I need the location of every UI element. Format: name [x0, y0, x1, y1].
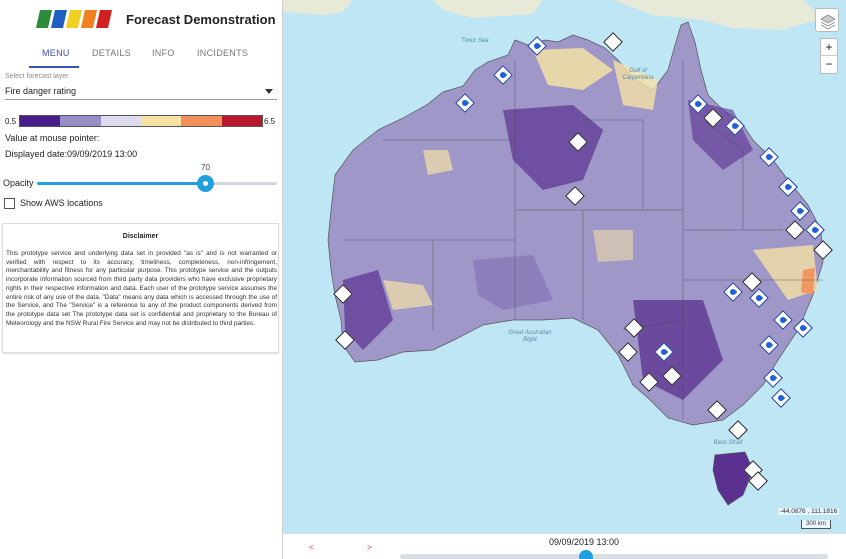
header: Forecast Demonstration — [0, 0, 283, 38]
opacity-label: Opacity — [3, 178, 34, 188]
map-label-bight: Great Australian Bight — [508, 330, 552, 343]
app-title: Forecast Demonstration — [126, 12, 276, 27]
time-slider-thumb[interactable] — [579, 550, 593, 559]
value-at-pointer: Value at mouse pointer: — [5, 133, 100, 143]
app: Forecast Demonstration MENU DETAILS INFO… — [0, 0, 846, 559]
tab-bar: MENU DETAILS INFO INCIDENTS — [0, 42, 283, 68]
coordinate-readout: -44.0876 , 111.1816 — [778, 508, 840, 515]
layer-select-value: Fire danger rating — [5, 86, 77, 96]
zoom-control: + − — [820, 38, 838, 74]
time-slider[interactable] — [400, 554, 828, 559]
time-prev-button[interactable]: < — [309, 543, 314, 552]
aws-checkbox[interactable] — [4, 198, 15, 209]
map-label-gulf: Gulf of Carpentaria — [622, 68, 654, 81]
time-bar: < > 09/09/2019 13:00 — [283, 533, 846, 559]
disclaimer-panel: Disclaimer This prototype service and un… — [2, 223, 279, 353]
zoom-out-button[interactable]: − — [821, 56, 837, 73]
land-north-west — [283, 0, 353, 15]
zoom-in-button[interactable]: + — [821, 39, 837, 56]
map-canvas — [283, 0, 824, 506]
heat-patch-high — [801, 268, 815, 295]
aws-checkbox-label: Show AWS locations — [20, 198, 103, 208]
legend-swatch-5 — [181, 116, 222, 126]
disclaimer-text: This prototype service and underlying da… — [6, 250, 277, 327]
displayed-date: Displayed date:09/09/2019 13:00 — [5, 149, 138, 159]
land-indonesia — [433, 0, 543, 18]
legend-swatch-2 — [60, 116, 101, 126]
layers-icon — [820, 14, 836, 30]
land-new-guinea — [613, 0, 823, 30]
layers-button[interactable] — [815, 8, 839, 32]
legend-swatch-3 — [100, 116, 141, 126]
legend-swatch-6 — [221, 116, 262, 126]
legend-swatch-1 — [20, 116, 61, 126]
layer-select[interactable]: Fire danger rating — [5, 84, 277, 100]
opacity-slider[interactable] — [37, 175, 277, 192]
legend-swatch-4 — [140, 116, 182, 126]
tasmania — [712, 451, 754, 506]
map-view[interactable]: Timor Sea Gulf of Carpentaria Great Aust… — [283, 0, 846, 533]
opacity-value: 70 — [201, 163, 210, 172]
time-label: 09/09/2019 13:00 — [549, 537, 620, 547]
time-next-button[interactable]: > — [367, 543, 372, 552]
logo-icon — [36, 10, 112, 28]
sidebar: Forecast Demonstration MENU DETAILS INFO… — [0, 0, 283, 559]
map-label-bass-strait: Bass Strait — [713, 440, 743, 446]
disclaimer-title: Disclaimer — [122, 233, 159, 240]
tab-menu[interactable]: MENU — [42, 48, 70, 58]
active-tab-indicator — [29, 66, 79, 68]
layer-select-label: Select forecast layer — [5, 73, 69, 80]
legend-color-bar — [19, 115, 263, 127]
legend-min-label: 0.5 — [5, 117, 17, 126]
tab-details[interactable]: DETAILS — [92, 48, 131, 58]
opacity-slider-fill — [37, 182, 205, 185]
scale-bar: 300 km — [801, 520, 831, 529]
tab-info[interactable]: INFO — [152, 48, 175, 58]
map-label-timor-sea: Timor Sea — [461, 38, 489, 44]
legend-max-label: 6.5 — [264, 117, 276, 126]
tab-incidents[interactable]: INCIDENTS — [197, 48, 248, 58]
opacity-slider-thumb[interactable] — [197, 175, 214, 192]
chevron-down-icon — [265, 89, 273, 94]
heat-patch-centre — [593, 230, 633, 262]
